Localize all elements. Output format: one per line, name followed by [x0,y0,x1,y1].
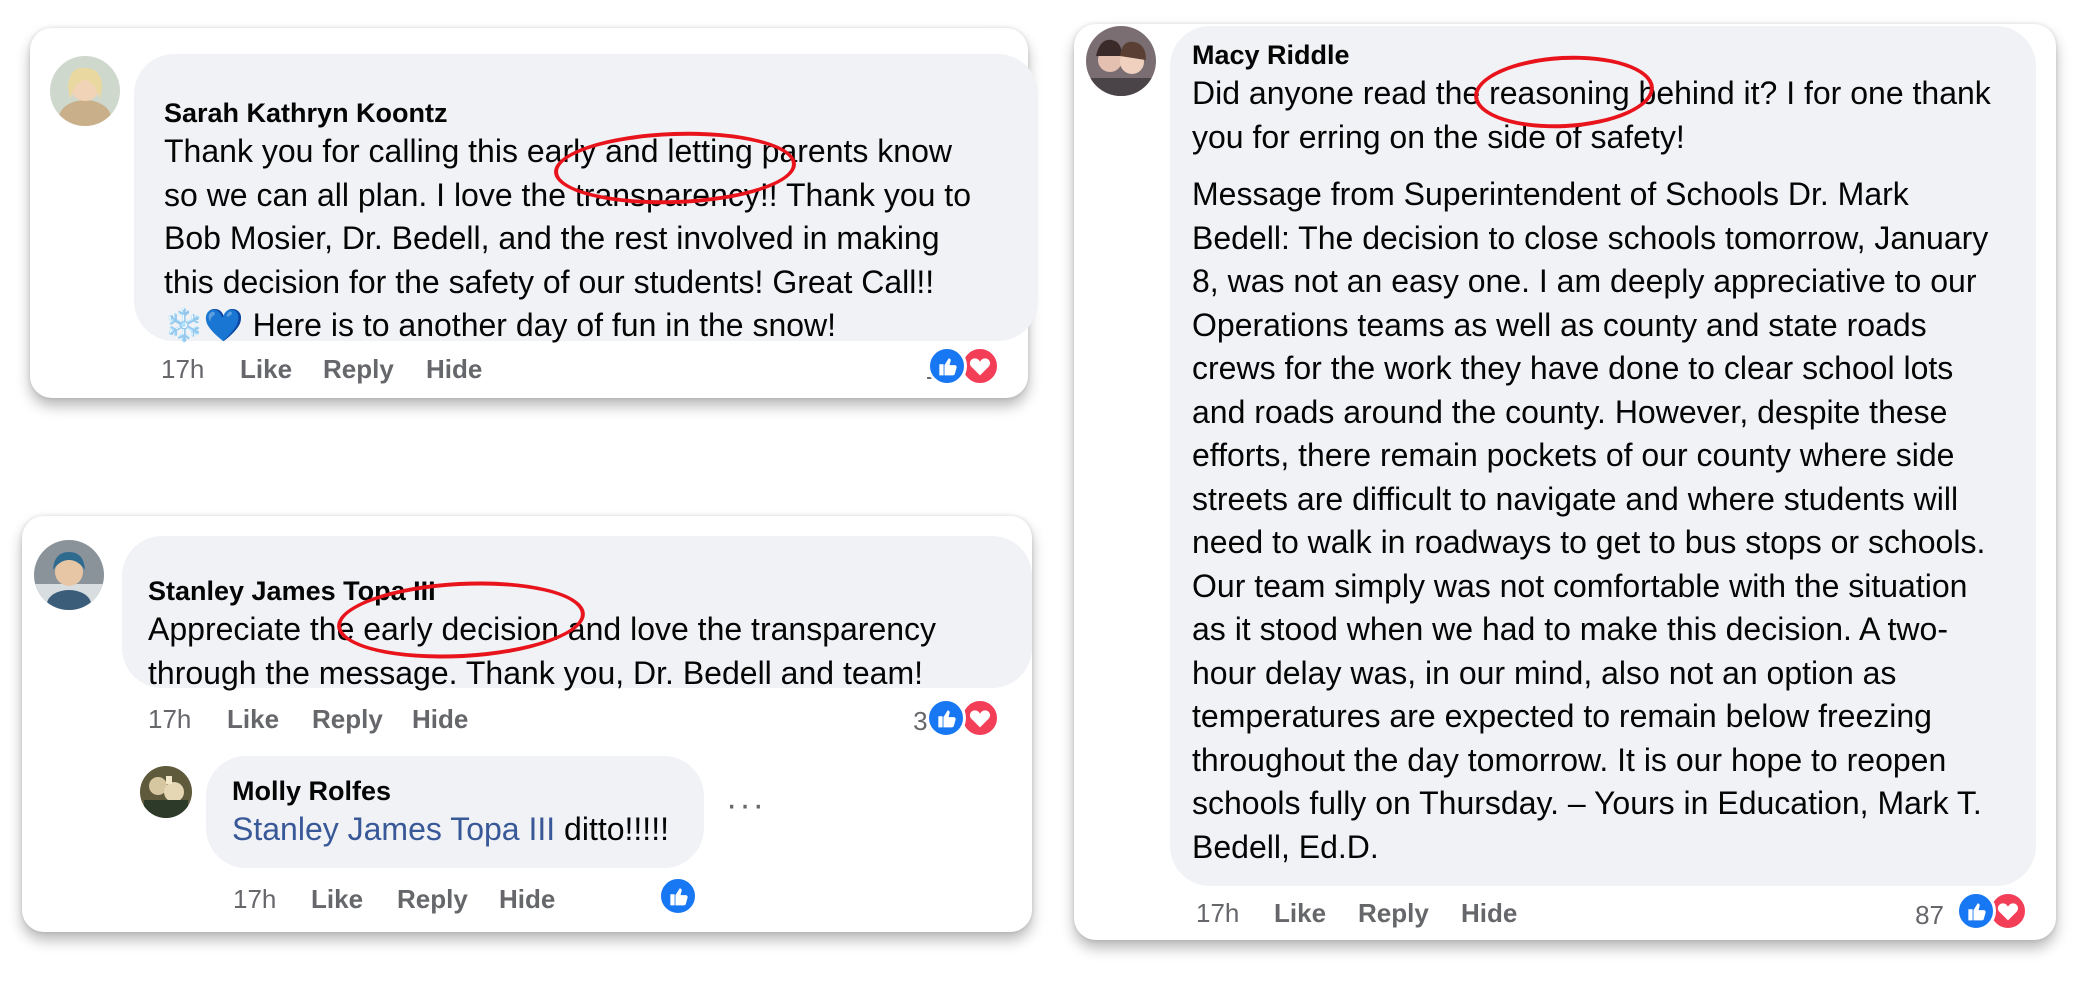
comment-text-line: Appreciate the early decision and love t… [148,611,937,647]
quote-line: and roads around the county. However, de… [1192,393,1948,430]
comment-author[interactable]: Macy Riddle [1192,38,2016,72]
comment-text-line: so we can all plan. I love the transpare… [164,176,971,213]
comment-text-end: Here is to another day of fun in the sno… [243,307,837,343]
comment-text-line: Bob Mosier, Dr. Bedell, and the rest inv… [164,220,940,256]
reply-text: Stanley James Topa III ditto!!!!! [232,808,684,852]
comment-text-line: you for erring on the side of safety! [1192,118,1685,155]
quoted-message: Message from Superintendent of Schools D… [1192,173,2016,869]
timestamp[interactable]: 17h [1196,898,1239,929]
comment-actions: 17h Like Reply Hide [1196,898,1596,932]
snowflake-heart-emoji: ❄️💙 [164,307,244,343]
like-link[interactable]: Like [311,884,363,915]
hide-link[interactable]: Hide [499,884,555,915]
love-reaction-icon[interactable] [960,698,1000,738]
comment-text-line: through the message. Thank you, Dr. Bede… [148,654,923,691]
more-options-button[interactable]: ··· [726,786,766,825]
quote-line: temperatures are expected to remain belo… [1192,698,1932,734]
comment-actions: 17h Like Reply Hide [148,704,548,738]
hide-link[interactable]: Hide [412,704,468,735]
avatar[interactable] [50,56,120,126]
hide-link[interactable]: Hide [426,354,482,385]
quote-line: throughout the day tomorrow. It is our h… [1192,741,1947,778]
reply-author[interactable]: Molly Rolfes [232,774,684,808]
comment-card-macy: Macy Riddle Did anyone read the reasonin… [1074,24,2056,940]
like-reaction-icon[interactable] [926,698,966,738]
comment-bubble: Stanley James Topa III Appreciate the ea… [122,536,1032,691]
quote-line: as it stood when we had to make this dec… [1192,611,1948,647]
comment-author[interactable]: Stanley James Topa III [148,574,1012,608]
comment-card-sarah: Sarah Kathryn Koontz Thank you for calli… [30,28,1038,398]
like-link[interactable]: Like [227,704,279,735]
like-reaction-icon[interactable] [927,346,967,386]
comment-text-line: this decision for the safety of our stud… [164,263,935,300]
reply-link[interactable]: Reply [312,704,383,735]
mention-link[interactable]: Stanley James Topa III [232,811,555,847]
quote-line: schools fully on Thursday. – Yours in Ed… [1192,785,1982,821]
quote-line: Bedell: The decision to close schools to… [1192,219,1989,256]
hide-link[interactable]: Hide [1461,898,1517,929]
comment-bubble: Macy Riddle Did anyone read the reasonin… [1170,26,2036,886]
quote-line: Bedell, Ed.D. [1192,828,1379,865]
reply-link[interactable]: Reply [397,884,468,915]
comment-text-line: Did anyone read the reasoning behind it?… [1192,75,1991,111]
like-link[interactable]: Like [1274,898,1326,929]
avatar[interactable] [1086,26,1156,96]
comment-text-line: ❄️💙 Here is to another day of fun in the… [164,304,1013,348]
reaction-count[interactable]: 87 [1880,900,1944,931]
quote-line: efforts, there remain pockets of our cou… [1192,437,1955,473]
reply-link[interactable]: Reply [1358,898,1429,929]
comment-author[interactable]: Sarah Kathryn Koontz [164,96,1013,130]
comment-text-line: Thank you for calling this early and let… [164,133,952,169]
comment-bubble: Sarah Kathryn Koontz Thank you for calli… [134,54,1038,343]
timestamp[interactable]: 17h [233,884,276,915]
reply-bubble: Molly Rolfes Stanley James Topa III ditt… [206,756,704,868]
comment-actions: 17h Like Reply Hide [161,354,561,388]
quote-line: 8, was not an easy one. I am deeply appr… [1192,263,1977,299]
like-link[interactable]: Like [240,354,292,385]
quote-line: streets are difficult to navigate and wh… [1192,480,1959,517]
quote-line: Our team simply was not comfortable with… [1192,567,1968,604]
reply-link[interactable]: Reply [323,354,394,385]
reply-text-body: ditto!!!!! [555,811,669,847]
like-reaction-icon[interactable] [1956,891,1996,931]
quote-line: Operations teams as well as county and s… [1192,306,1927,343]
timestamp[interactable]: 17h [148,704,191,735]
quote-line: hour delay was, in our mind, also not an… [1192,654,1897,691]
comment-card-stanley: Stanley James Topa III Appreciate the ea… [22,516,1032,932]
reply-actions: 17h Like Reply Hide [233,884,633,918]
quote-line: Message from Superintendent of Schools D… [1192,176,1909,212]
quote-line: need to walk in roadways to get to bus s… [1192,524,1986,560]
quote-line: crews for the work they have done to cle… [1192,350,1954,386]
reply-avatar[interactable] [140,766,192,818]
timestamp[interactable]: 17h [161,354,204,385]
like-reaction-icon[interactable] [658,876,698,916]
avatar[interactable] [34,540,104,610]
